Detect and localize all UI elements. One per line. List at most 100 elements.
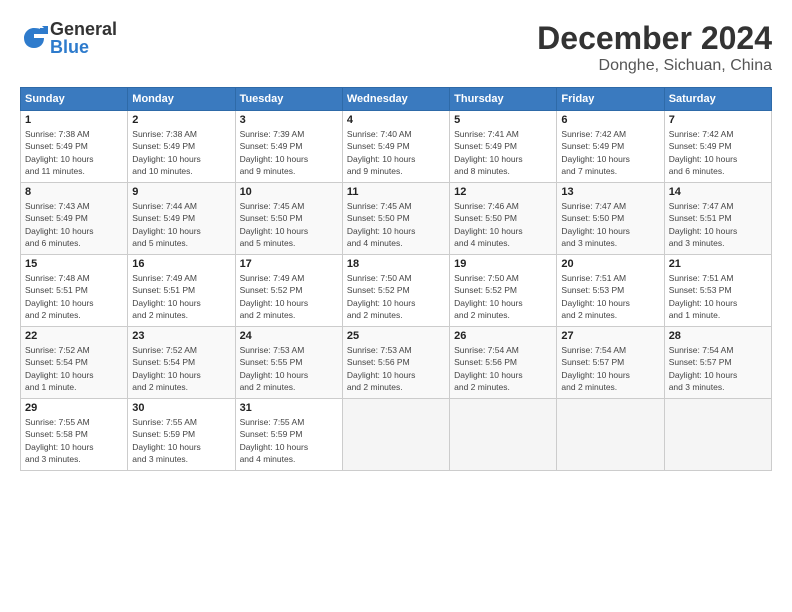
calendar-cell: 23 Sunrise: 7:52 AM Sunset: 5:54 PM Dayli… <box>128 327 235 399</box>
day-info: Sunrise: 7:46 AM Sunset: 5:50 PM Dayligh… <box>454 200 552 249</box>
day-info: Sunrise: 7:52 AM Sunset: 5:54 PM Dayligh… <box>25 344 123 393</box>
day-info: Sunrise: 7:49 AM Sunset: 5:52 PM Dayligh… <box>240 272 338 321</box>
day-number: 12 <box>454 186 552 198</box>
day-number: 31 <box>240 402 338 414</box>
calendar-cell: 19 Sunrise: 7:50 AM Sunset: 5:52 PM Dayli… <box>450 255 557 327</box>
day-number: 26 <box>454 330 552 342</box>
calendar-cell <box>450 399 557 471</box>
calendar-cell: 26 Sunrise: 7:54 AM Sunset: 5:56 PM Dayli… <box>450 327 557 399</box>
day-number: 27 <box>561 330 659 342</box>
title-block: December 2024 Donghe, Sichuan, China <box>537 20 772 75</box>
day-number: 19 <box>454 258 552 270</box>
day-info: Sunrise: 7:54 AM Sunset: 5:57 PM Dayligh… <box>561 344 659 393</box>
day-info: Sunrise: 7:49 AM Sunset: 5:51 PM Dayligh… <box>132 272 230 321</box>
day-number: 17 <box>240 258 338 270</box>
day-number: 4 <box>347 114 445 126</box>
weekday-header: Monday <box>128 88 235 111</box>
day-number: 23 <box>132 330 230 342</box>
month-title: December 2024 <box>537 20 772 57</box>
calendar-cell: 30 Sunrise: 7:55 AM Sunset: 5:59 PM Dayli… <box>128 399 235 471</box>
day-info: Sunrise: 7:52 AM Sunset: 5:54 PM Dayligh… <box>132 344 230 393</box>
day-info: Sunrise: 7:41 AM Sunset: 5:49 PM Dayligh… <box>454 128 552 177</box>
weekday-header: Wednesday <box>342 88 449 111</box>
day-number: 29 <box>25 402 123 414</box>
day-info: Sunrise: 7:55 AM Sunset: 5:59 PM Dayligh… <box>132 416 230 465</box>
calendar-cell: 24Sunrise: 7:53 AM Sunset: 5:55 PM Dayli… <box>235 327 342 399</box>
day-info: Sunrise: 7:44 AM Sunset: 5:49 PM Dayligh… <box>132 200 230 249</box>
calendar-cell <box>664 399 771 471</box>
day-number: 13 <box>561 186 659 198</box>
day-info: Sunrise: 7:55 AM Sunset: 5:59 PM Dayligh… <box>240 416 338 465</box>
calendar-cell: 9 Sunrise: 7:44 AM Sunset: 5:49 PM Daylig… <box>128 183 235 255</box>
weekday-header: Thursday <box>450 88 557 111</box>
day-info: Sunrise: 7:54 AM Sunset: 5:56 PM Dayligh… <box>454 344 552 393</box>
weekday-header: Sunday <box>21 88 128 111</box>
day-info: Sunrise: 7:51 AM Sunset: 5:53 PM Dayligh… <box>561 272 659 321</box>
calendar-cell: 17 Sunrise: 7:49 AM Sunset: 5:52 PM Dayli… <box>235 255 342 327</box>
calendar-cell: 5Sunrise: 7:41 AM Sunset: 5:49 PM Daylig… <box>450 111 557 183</box>
calendar-cell <box>557 399 664 471</box>
day-info: Sunrise: 7:38 AM Sunset: 5:49 PM Dayligh… <box>132 128 230 177</box>
day-info: Sunrise: 7:38 AM Sunset: 5:49 PM Dayligh… <box>25 128 123 177</box>
day-number: 14 <box>669 186 767 198</box>
day-number: 20 <box>561 258 659 270</box>
day-info: Sunrise: 7:50 AM Sunset: 5:52 PM Dayligh… <box>454 272 552 321</box>
day-info: Sunrise: 7:53 AM Sunset: 5:56 PM Dayligh… <box>347 344 445 393</box>
calendar-cell: 29 Sunrise: 7:55 AM Sunset: 5:58 PM Dayli… <box>21 399 128 471</box>
calendar-cell: 1 Sunrise: 7:38 AM Sunset: 5:49 PM Daylig… <box>21 111 128 183</box>
calendar-week-row: 1 Sunrise: 7:38 AM Sunset: 5:49 PM Daylig… <box>21 111 772 183</box>
day-info: Sunrise: 7:45 AM Sunset: 5:50 PM Dayligh… <box>347 200 445 249</box>
logo-blue-text: Blue <box>50 38 117 56</box>
calendar-week-row: 15 Sunrise: 7:48 AM Sunset: 5:51 PM Dayli… <box>21 255 772 327</box>
calendar-cell <box>342 399 449 471</box>
calendar-cell: 14 Sunrise: 7:47 AM Sunset: 5:51 PM Dayli… <box>664 183 771 255</box>
day-number: 28 <box>669 330 767 342</box>
day-number: 7 <box>669 114 767 126</box>
day-info: Sunrise: 7:43 AM Sunset: 5:49 PM Dayligh… <box>25 200 123 249</box>
day-info: Sunrise: 7:54 AM Sunset: 5:57 PM Dayligh… <box>669 344 767 393</box>
day-info: Sunrise: 7:51 AM Sunset: 5:53 PM Dayligh… <box>669 272 767 321</box>
day-number: 15 <box>25 258 123 270</box>
calendar-cell: 3 Sunrise: 7:39 AM Sunset: 5:49 PM Daylig… <box>235 111 342 183</box>
day-number: 6 <box>561 114 659 126</box>
calendar-cell: 4Sunrise: 7:40 AM Sunset: 5:49 PM Daylig… <box>342 111 449 183</box>
calendar-cell: 10 Sunrise: 7:45 AM Sunset: 5:50 PM Dayli… <box>235 183 342 255</box>
day-number: 10 <box>240 186 338 198</box>
location-title: Donghe, Sichuan, China <box>537 57 772 75</box>
day-number: 25 <box>347 330 445 342</box>
day-info: Sunrise: 7:42 AM Sunset: 5:49 PM Dayligh… <box>669 128 767 177</box>
day-number: 24 <box>240 330 338 342</box>
page-header: General Blue December 2024 Donghe, Sichu… <box>20 20 772 75</box>
day-number: 9 <box>132 186 230 198</box>
day-info: Sunrise: 7:39 AM Sunset: 5:49 PM Dayligh… <box>240 128 338 177</box>
calendar-cell: 25 Sunrise: 7:53 AM Sunset: 5:56 PM Dayli… <box>342 327 449 399</box>
calendar-cell: 12 Sunrise: 7:46 AM Sunset: 5:50 PM Dayli… <box>450 183 557 255</box>
day-number: 11 <box>347 186 445 198</box>
day-number: 3 <box>240 114 338 126</box>
calendar-week-row: 29 Sunrise: 7:55 AM Sunset: 5:58 PM Dayli… <box>21 399 772 471</box>
day-info: Sunrise: 7:47 AM Sunset: 5:51 PM Dayligh… <box>669 200 767 249</box>
calendar-cell: 6 Sunrise: 7:42 AM Sunset: 5:49 PM Daylig… <box>557 111 664 183</box>
weekday-header: Friday <box>557 88 664 111</box>
day-info: Sunrise: 7:55 AM Sunset: 5:58 PM Dayligh… <box>25 416 123 465</box>
calendar-cell: 27 Sunrise: 7:54 AM Sunset: 5:57 PM Dayli… <box>557 327 664 399</box>
calendar-cell: 20 Sunrise: 7:51 AM Sunset: 5:53 PM Dayli… <box>557 255 664 327</box>
calendar-week-row: 8Sunrise: 7:43 AM Sunset: 5:49 PM Daylig… <box>21 183 772 255</box>
calendar-cell: 2 Sunrise: 7:38 AM Sunset: 5:49 PM Daylig… <box>128 111 235 183</box>
calendar-cell: 16Sunrise: 7:49 AM Sunset: 5:51 PM Dayli… <box>128 255 235 327</box>
day-info: Sunrise: 7:50 AM Sunset: 5:52 PM Dayligh… <box>347 272 445 321</box>
day-info: Sunrise: 7:48 AM Sunset: 5:51 PM Dayligh… <box>25 272 123 321</box>
day-info: Sunrise: 7:42 AM Sunset: 5:49 PM Dayligh… <box>561 128 659 177</box>
day-number: 18 <box>347 258 445 270</box>
calendar-cell: 28 Sunrise: 7:54 AM Sunset: 5:57 PM Dayli… <box>664 327 771 399</box>
day-number: 30 <box>132 402 230 414</box>
calendar-week-row: 22 Sunrise: 7:52 AM Sunset: 5:54 PM Dayli… <box>21 327 772 399</box>
day-number: 22 <box>25 330 123 342</box>
calendar-table: SundayMondayTuesdayWednesdayThursdayFrid… <box>20 87 772 471</box>
logo-general-text: General <box>50 20 117 38</box>
day-info: Sunrise: 7:45 AM Sunset: 5:50 PM Dayligh… <box>240 200 338 249</box>
logo-icon <box>20 24 48 52</box>
day-number: 2 <box>132 114 230 126</box>
calendar-cell: 18 Sunrise: 7:50 AM Sunset: 5:52 PM Dayli… <box>342 255 449 327</box>
day-number: 1 <box>25 114 123 126</box>
